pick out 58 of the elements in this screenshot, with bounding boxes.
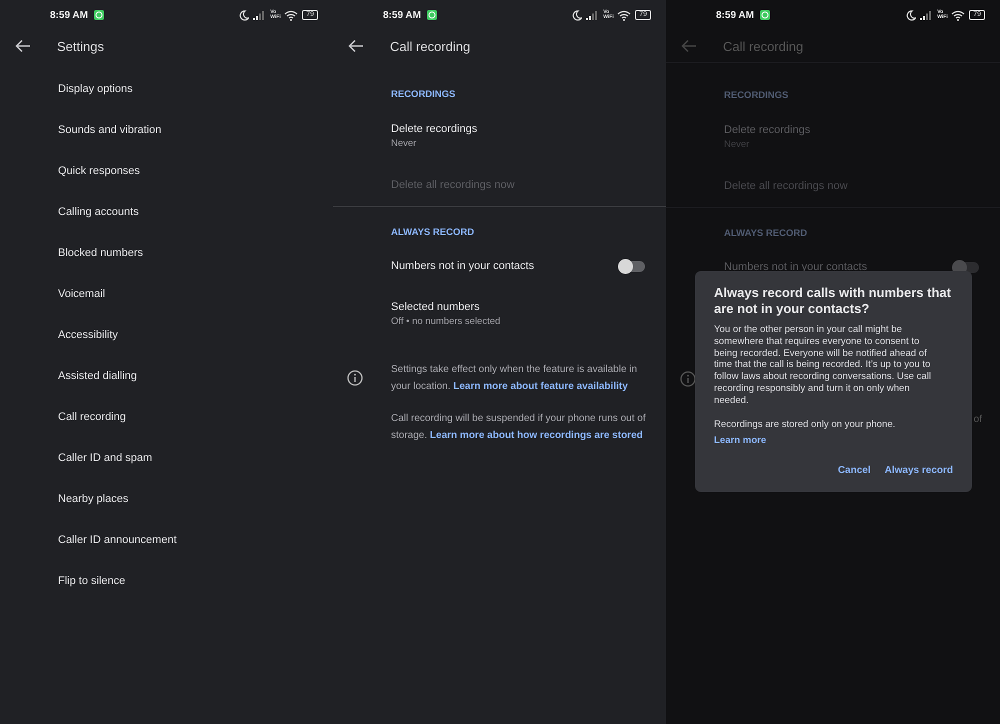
learn-more-link[interactable]: Learn more (714, 435, 766, 448)
toggle-switch[interactable] (619, 260, 645, 272)
section-header: ALWAYS RECORD (390, 226, 476, 240)
moon-icon (239, 10, 250, 20)
disabled-action: Delete all recordings now (724, 180, 848, 192)
setting-value: Never (391, 137, 418, 150)
settings-item[interactable]: Flip to silence (0, 561, 333, 602)
chat-app-icon (760, 10, 770, 20)
settings-item[interactable]: Voicemail (0, 274, 333, 315)
chat-app-icon (94, 10, 104, 20)
toggle-switch[interactable] (953, 262, 979, 272)
screen-title: Settings (57, 38, 104, 54)
signal-icon (586, 10, 600, 20)
wifi-icon (284, 10, 298, 20)
wifi-icon (617, 10, 632, 20)
note-text-fragment: of (974, 413, 982, 427)
moon-icon (906, 10, 916, 20)
section-header: RECORDINGS (723, 89, 790, 103)
chat-app-icon (426, 10, 437, 20)
settings-item[interactable]: Blocked numbers (0, 233, 333, 274)
setting-value: Off • no numbers selected (391, 315, 502, 328)
settings-item[interactable]: Assisted dialling (0, 356, 333, 397)
section-header: RECORDINGS (390, 88, 456, 102)
settings-item[interactable]: Quick responses (0, 151, 333, 192)
info-icon (347, 370, 363, 386)
signal-icon (920, 10, 934, 20)
signal-icon (253, 10, 266, 20)
section-header: ALWAYS RECORD (723, 227, 808, 241)
info-note: Call recording will be suspended if your phone runs out of storage. Learn more about how recordings are stored (391, 412, 647, 443)
settings-item[interactable]: Caller ID and spam (0, 438, 333, 479)
setting-title: Numbers not in your contacts (724, 260, 868, 275)
settings-item[interactable]: Accessibility (0, 315, 333, 356)
learn-more-link[interactable]: Learn more about how recordings are stored (430, 430, 643, 441)
settings-item[interactable]: Nearby places (0, 479, 333, 520)
settings-item[interactable]: Call recording (0, 397, 333, 438)
settings-item[interactable]: Display options (0, 69, 333, 110)
dialog-message: You or the other person in your call might be somewhere that requires everyone to consent to being recorded. Everyone will be notified ahead of time that the call is being recorded. It’s up to you to follow laws about recording conversations. Use call recording responsibly and turn it on only when needed. (714, 324, 932, 407)
settings-item[interactable]: Caller ID announcement (0, 520, 333, 561)
info-icon (680, 371, 696, 387)
status-time: 8:59 AM (50, 10, 88, 20)
setting-title[interactable]: Selected numbers (391, 299, 646, 315)
disabled-action: Delete all recordings now (391, 179, 515, 191)
settings-item[interactable]: Sounds and vibration (0, 110, 333, 151)
status-time: 8:59 AM (716, 10, 754, 20)
status-time: 8:59 AM (383, 10, 421, 20)
screen-title: Call recording (390, 38, 470, 54)
dialog-title: Always record calls with numbers that are not in your contacts? (714, 285, 952, 317)
wifi-icon (951, 10, 966, 20)
learn-more-link[interactable]: Learn more about feature availability (453, 381, 628, 392)
dialog-button[interactable]: Cancel (838, 461, 871, 480)
setting-title[interactable]: Delete recordings (391, 121, 646, 137)
screen-title: Call recording (723, 38, 804, 54)
setting-title: Numbers not in your contacts (391, 259, 534, 274)
dialog-button[interactable]: Always record (884, 461, 953, 480)
moon-icon (572, 10, 582, 20)
dialog-note: Recordings are stored only on your phone. (714, 418, 896, 430)
settings-item[interactable]: Calling accounts (0, 192, 333, 233)
info-note: Settings take effect only when the feature is available in your location. Learn more about feature availability (391, 363, 638, 394)
